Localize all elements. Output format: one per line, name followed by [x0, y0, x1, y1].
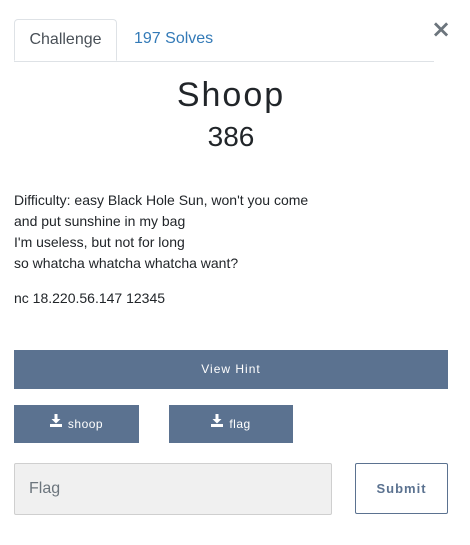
- challenge-description: Difficulty: easy Black Hole Sun, won't y…: [14, 190, 454, 274]
- description-line: and put sunshine in my bag: [14, 213, 186, 229]
- challenge-value: 386: [207, 121, 255, 152]
- challenge-modal: × Challenge 197 Solves Shoop 386 Difficu…: [0, 0, 470, 545]
- close-icon[interactable]: ×: [431, 17, 451, 41]
- file-download-shoop[interactable]: shoop: [14, 405, 139, 443]
- download-icon: [211, 404, 224, 442]
- challenge-tabs: Challenge 197 Solves: [14, 19, 434, 62]
- submit-button[interactable]: Submit: [355, 463, 448, 514]
- description-line: Difficulty: easy Black Hole Sun, won't y…: [14, 192, 309, 208]
- flag-input[interactable]: [14, 463, 332, 515]
- download-icon: [49, 404, 62, 442]
- tab-challenge[interactable]: Challenge: [14, 19, 117, 61]
- file-label: flag: [229, 417, 251, 431]
- challenge-name: Shoop: [176, 76, 286, 114]
- connection-info: nc 18.220.56.147 12345: [14, 290, 166, 306]
- file-download-flag[interactable]: flag: [169, 405, 293, 443]
- file-label: shoop: [67, 417, 104, 431]
- tab-solves[interactable]: 197 Solves: [134, 19, 213, 60]
- view-hint-button[interactable]: View Hint: [14, 350, 448, 389]
- description-line: so whatcha whatcha whatcha want?: [14, 255, 239, 271]
- description-line: I'm useless, but not for long: [14, 234, 185, 250]
